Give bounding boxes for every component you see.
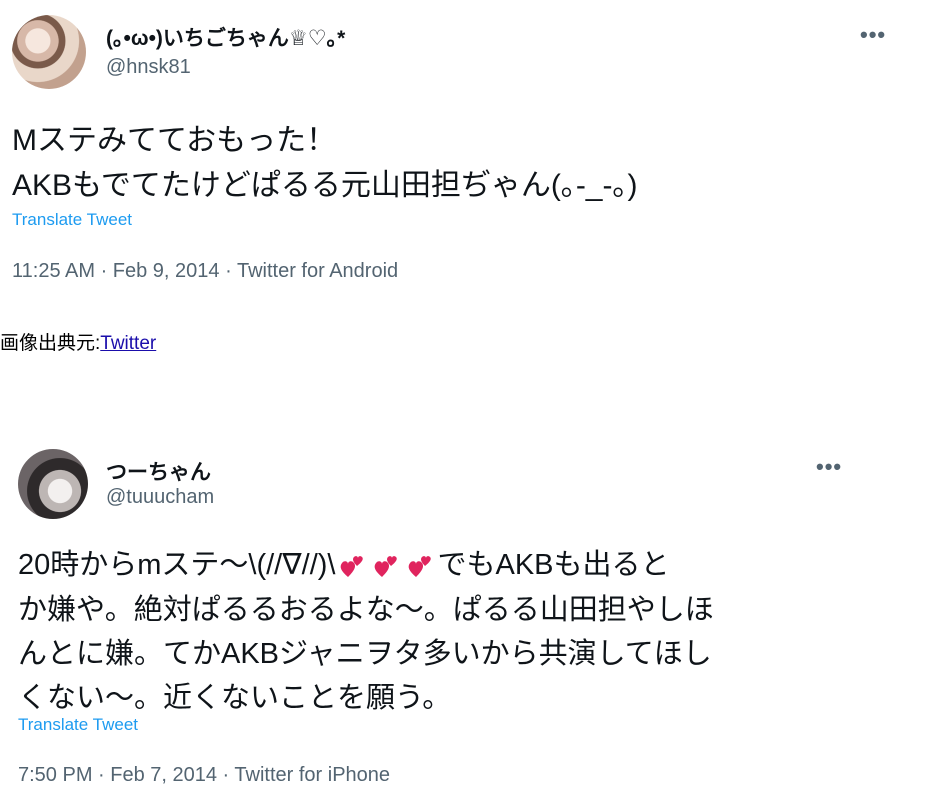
tweet-text-line: くない〜。近くないことを願う。	[18, 682, 452, 715]
more-options-icon[interactable]: •••	[860, 22, 886, 48]
two-hearts-emoji-group	[335, 544, 437, 588]
tweet-text-line: んとに嫌。てかAKBジャニヲタ多いから共演してほし	[18, 638, 712, 671]
credit-link[interactable]: Twitter	[100, 333, 156, 354]
more-options-icon[interactable]: •••	[816, 454, 842, 480]
two-hearts-icon	[375, 556, 398, 578]
tweet-text: Mステみてておもった！ AKBもでてたけどぱるる元山田担ぢゃん(｡-_-｡)	[12, 118, 912, 208]
translate-tweet-link[interactable]: Translate Tweet	[18, 715, 138, 735]
display-name[interactable]: (｡•ω•)いちごちゃん♕♡｡*	[106, 22, 345, 52]
tweet-card: (｡•ω•)いちごちゃん♕♡｡* @hnsk81 ••• Mステみてておもった！…	[0, 0, 934, 310]
tweet-text-segment: でもAKBも出ると	[437, 549, 670, 581]
tweet-card: つーちゃん @tuuucham ••• 20時からmステ〜\(//∇//)\ で…	[0, 430, 934, 798]
display-name[interactable]: つーちゃん	[106, 456, 211, 486]
tweet-timestamp[interactable]: 11:25 AM · Feb 9, 2014 · Twitter for And…	[12, 260, 398, 283]
tweet-text-segment: 20時からmステ〜\(//∇//)\	[18, 549, 336, 581]
tweet-text-line: 20時からmステ〜\(//∇//)\ でもAKBも出ると	[18, 543, 848, 588]
user-handle[interactable]: @hnsk81	[106, 56, 191, 79]
tweet-text-line: AKBもでてたけどぱるる元山田担ぢゃん(｡-_-｡)	[12, 169, 638, 202]
user-avatar[interactable]	[12, 15, 86, 89]
two-hearts-icon	[409, 556, 432, 578]
tweet-text: 20時からmステ〜\(//∇//)\ でもAKBも出ると か嫌や。絶対ぱるるおる…	[18, 543, 848, 720]
two-hearts-icon	[341, 556, 364, 578]
credit-prefix: 画像出典元:	[0, 333, 101, 354]
tweet-timestamp[interactable]: 7:50 PM · Feb 7, 2014 · Twitter for iPho…	[18, 764, 390, 787]
tweet-text-line: Mステみてておもった！	[12, 124, 337, 157]
user-handle[interactable]: @tuuucham	[106, 486, 214, 509]
tweet-text-line: か嫌や。絶対ぱるるおるよな〜。ぱるる山田担やしほ	[18, 594, 714, 627]
user-avatar[interactable]	[18, 449, 88, 519]
translate-tweet-link[interactable]: Translate Tweet	[12, 210, 132, 230]
image-credit: 画像出典元:Twitter	[0, 328, 156, 355]
